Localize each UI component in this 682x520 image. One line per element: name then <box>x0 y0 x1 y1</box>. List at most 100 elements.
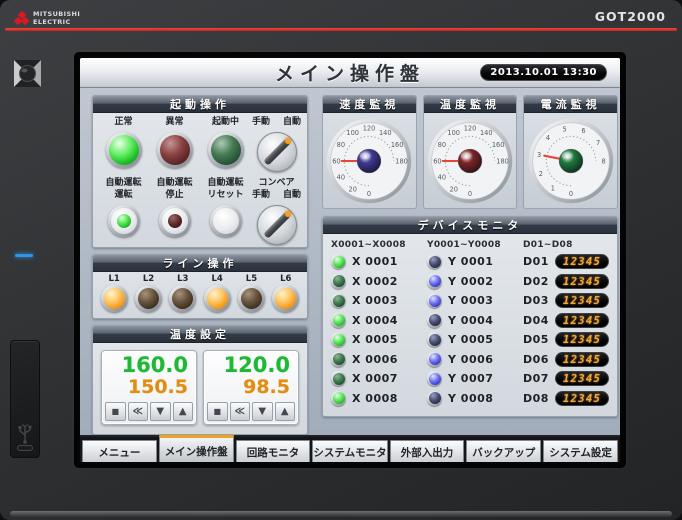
gauge-body: 020406080100120140160180 <box>323 113 416 208</box>
svg-text:120: 120 <box>464 125 477 133</box>
device-label: Y 0003 <box>448 294 493 307</box>
nav-tab-0[interactable]: メニュー <box>82 440 157 462</box>
usb-port-cover <box>10 340 40 458</box>
fast-decrease-button[interactable]: ≪ <box>128 402 149 421</box>
svg-text:160: 160 <box>492 141 505 149</box>
device-lamp <box>427 254 442 269</box>
startup-control-group: 自動運転リセット <box>200 178 251 245</box>
device-monitor-column: D01~D08D0112345D0212345D0312345D0412345D… <box>523 237 609 408</box>
nav-tab-6[interactable]: システム設定 <box>543 440 618 462</box>
device-label: Y 0004 <box>448 314 493 327</box>
nav-tab-5[interactable]: バックアップ <box>466 440 541 462</box>
button-label: 運転 <box>114 190 132 202</box>
push-button[interactable] <box>210 205 242 237</box>
device-row: X 0007 <box>331 369 419 389</box>
device-value-display: 12345 <box>555 352 609 367</box>
push-button[interactable] <box>159 205 191 237</box>
line-button[interactable] <box>101 285 128 312</box>
selector-left-label: 手動 <box>252 117 270 129</box>
device-lamp <box>427 352 442 367</box>
navigation-tab-bar: メニューメイン操作盤回路モニタシステムモニタ外部入出力バックアップシステム設定 <box>80 435 620 462</box>
device-label: D08 <box>523 392 549 405</box>
push-button[interactable] <box>108 205 140 237</box>
rotary-selector-switch[interactable] <box>257 205 297 245</box>
line-button[interactable] <box>238 285 265 312</box>
line-label: L3 <box>177 274 188 284</box>
device-row: D0612345 <box>523 350 609 370</box>
human-sensor <box>14 60 41 87</box>
device-label: X 0004 <box>352 314 398 327</box>
device-row: X 0003 <box>331 291 419 311</box>
device-lamp <box>331 332 346 347</box>
svg-text:140: 140 <box>379 129 392 137</box>
device-row: X 0004 <box>331 311 419 331</box>
device-value-display: 12345 <box>555 313 609 328</box>
set-value: 98.5 <box>207 377 295 398</box>
line-button-lens <box>138 288 159 309</box>
nav-tab-2[interactable]: 回路モニタ <box>236 440 311 462</box>
button-face <box>162 208 188 234</box>
line-label: L2 <box>143 274 154 284</box>
column-header: Y0001~Y0008 <box>427 237 515 252</box>
control-labels: コンベア手動自動 <box>251 178 302 203</box>
right-column: 速度監視 020406080100120140160180 温度監視 <box>322 95 618 435</box>
brand-line2: ELECTRIC <box>33 18 71 26</box>
line-button[interactable] <box>204 285 231 312</box>
startup-control-group: 起動中 <box>200 117 251 172</box>
gauge-body: 020406080100120140160180 <box>424 113 517 208</box>
stop-button[interactable]: ■ <box>105 402 126 421</box>
device-lamp <box>427 332 442 347</box>
hmi-device: MITSUBISHI ELECTRIC GOT2000 メ <box>0 0 682 520</box>
increase-button[interactable]: ▲ <box>173 402 194 421</box>
line-button[interactable] <box>135 285 162 312</box>
gauge-panel: 電流監視 012345678 <box>523 95 618 209</box>
nav-tab-4[interactable]: 外部入出力 <box>390 440 465 462</box>
svg-text:80: 80 <box>337 141 345 149</box>
device-label: X 0005 <box>352 333 398 346</box>
process-value: 160.0 <box>105 354 193 377</box>
device-label: Y 0008 <box>448 392 493 405</box>
control-labels: 自動運転運転 <box>98 178 149 203</box>
line-button[interactable] <box>169 285 196 312</box>
startup-control-group: 正常 <box>98 117 149 172</box>
device-lamp <box>331 313 346 328</box>
decrease-button[interactable]: ▼ <box>252 402 273 421</box>
svg-text:5: 5 <box>562 125 566 133</box>
svg-text:8: 8 <box>601 157 605 165</box>
brand-line1: MITSUBISHI <box>33 10 80 18</box>
device-monitor-column: Y0001~Y0008Y 0001Y 0002Y 0003Y 0004Y 000… <box>427 237 515 408</box>
device-label: D07 <box>523 372 549 385</box>
line-button-row: L1L2L3L4L5L6 <box>93 272 307 318</box>
startup-row-1: 正常異常起動中手動自動 <box>93 113 307 174</box>
device-lamp-lens <box>429 295 441 307</box>
line-button-group: L1 <box>101 274 128 312</box>
device-row: Y 0008 <box>427 389 515 409</box>
button-label: 停止 <box>165 190 183 202</box>
line-button-lens <box>241 288 262 309</box>
line-button[interactable] <box>272 285 299 312</box>
device-row: D0312345 <box>523 291 609 311</box>
line-panel-header: ライン操作 <box>93 255 307 272</box>
stop-button[interactable]: ■ <box>207 402 228 421</box>
startup-panel: 起動操作 正常異常起動中手動自動 自動運転運転自動運転停止自動運転リセットコンベ… <box>92 95 308 248</box>
line-button-group: L2 <box>135 274 162 312</box>
device-lamp-lens <box>429 275 441 287</box>
device-lamp-lens <box>429 314 441 326</box>
gauge-title: 速度監視 <box>323 96 416 113</box>
increase-button[interactable]: ▲ <box>275 402 296 421</box>
nav-tab-3[interactable]: システムモニタ <box>312 440 387 462</box>
mitsubishi-brand: MITSUBISHI ELECTRIC <box>14 11 80 27</box>
rotary-selector-switch[interactable] <box>257 132 297 172</box>
selector-right-label: 自動 <box>283 117 301 129</box>
nav-tab-1[interactable]: メイン操作盤 <box>159 435 234 462</box>
device-row: X 0001 <box>331 252 419 272</box>
bezel-red-stripe <box>5 28 677 31</box>
device-label: X 0007 <box>352 372 398 385</box>
svg-text:60: 60 <box>433 157 441 165</box>
fast-decrease-button[interactable]: ≪ <box>230 402 251 421</box>
device-label: D05 <box>523 333 549 346</box>
device-label: X 0008 <box>352 392 398 405</box>
temperature-panel: 温度設定 160.0150.5■≪▼▲120.098.5■≪▼▲ <box>92 325 308 435</box>
decrease-button[interactable]: ▼ <box>150 402 171 421</box>
device-label: Y 0006 <box>448 353 493 366</box>
